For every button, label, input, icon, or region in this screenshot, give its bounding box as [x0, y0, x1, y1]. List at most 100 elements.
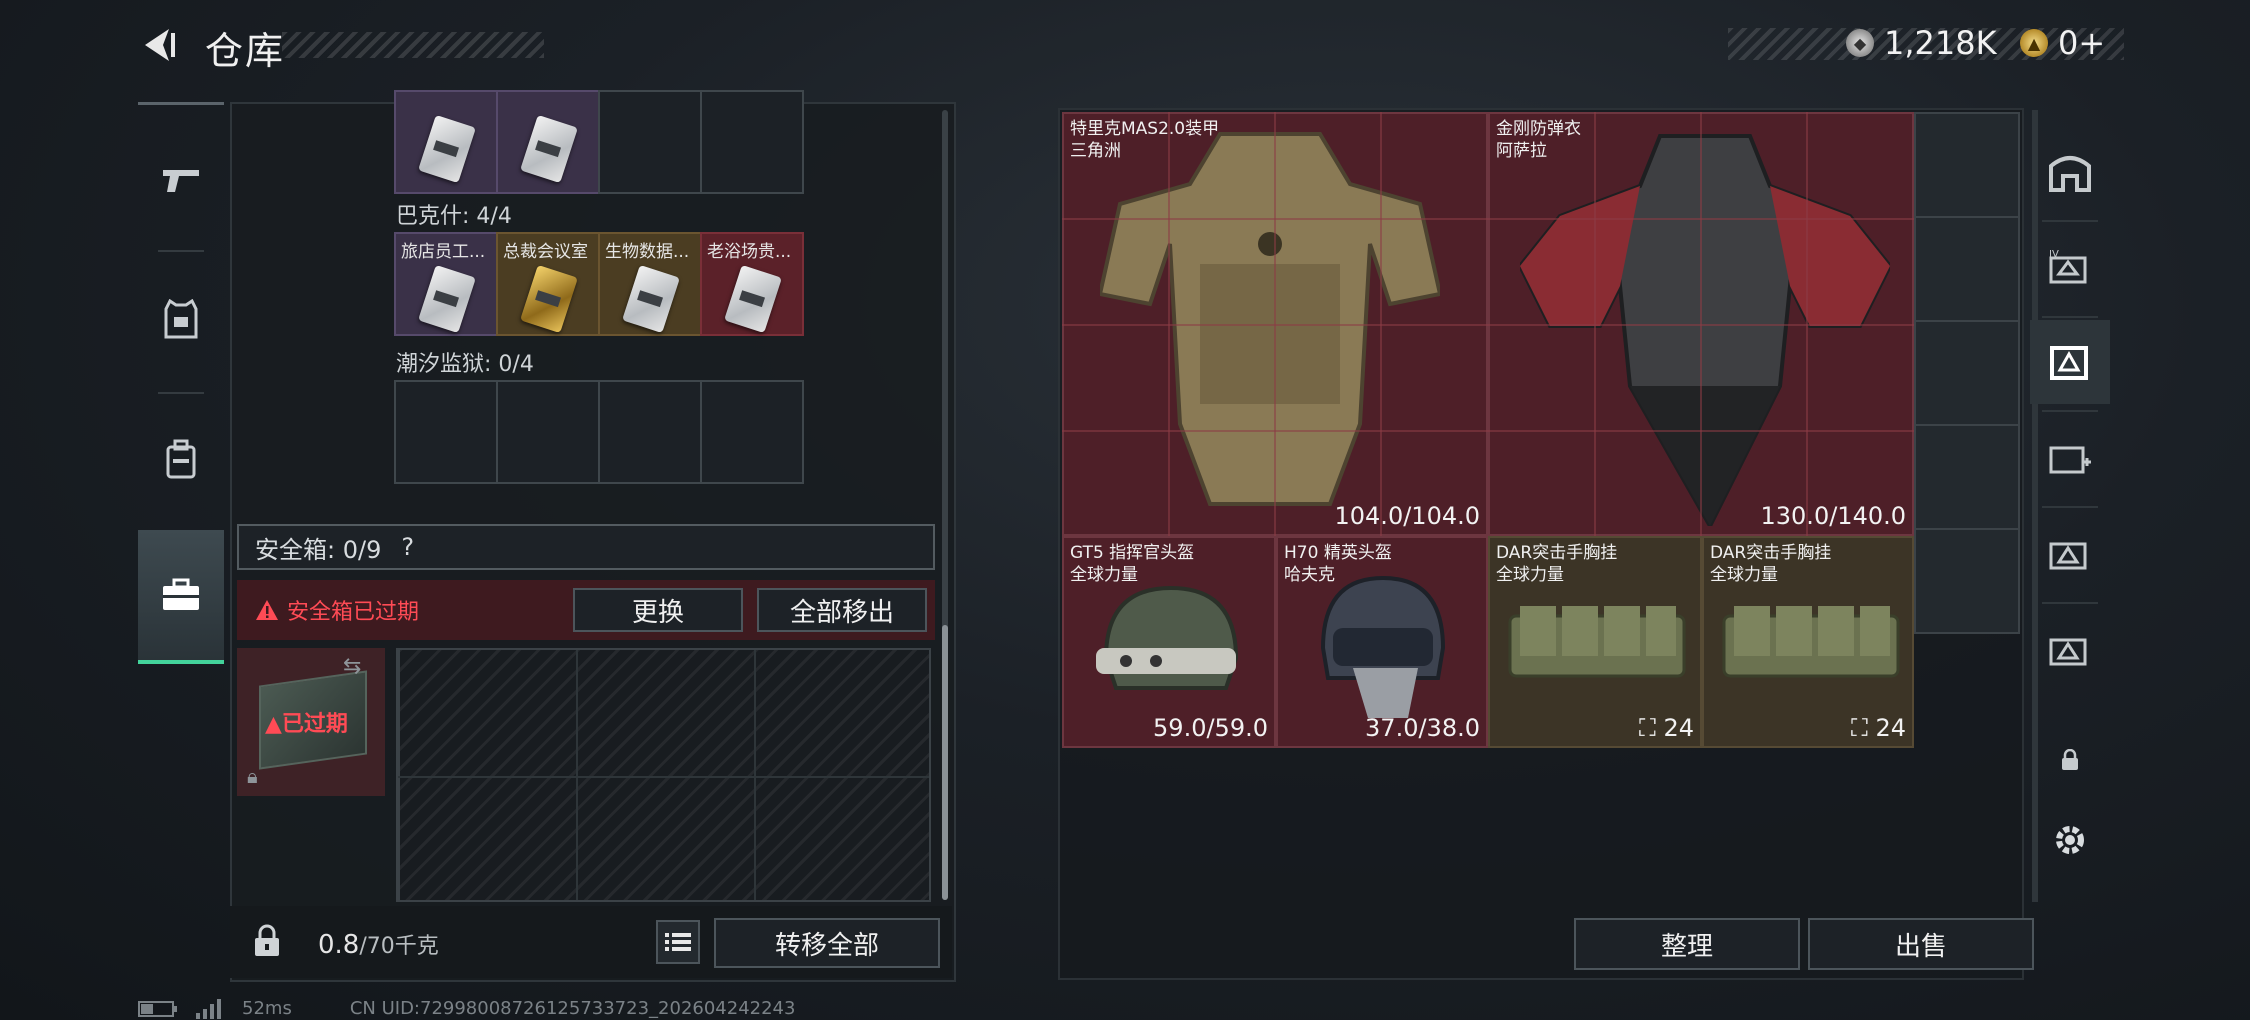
sell-button[interactable]: 出售: [1808, 918, 2034, 970]
gold-coin-icon: ▲: [2020, 29, 2048, 57]
sort-button[interactable]: 整理: [1574, 918, 1800, 970]
empty-slot[interactable]: [1914, 528, 2020, 634]
empty-slot[interactable]: [1914, 216, 2020, 322]
status-bar: 52ms CN UID:72998008726125733723_2026042…: [138, 998, 795, 1019]
stash-page-icon: [2049, 638, 2087, 666]
nav-weapon[interactable]: [138, 116, 224, 246]
group-label-tidal-prison: 潮汐监狱: 0/4: [396, 352, 534, 377]
stash-page-icon: [2050, 346, 2088, 380]
keycard-icon: [418, 264, 476, 334]
pistol-icon: [163, 170, 199, 192]
list-view-button[interactable]: [656, 920, 700, 964]
tab-stash-3[interactable]: [2030, 512, 2110, 596]
settings-button[interactable]: [2030, 798, 2110, 882]
empty-slot[interactable]: [1914, 424, 2020, 530]
move-all-out-button[interactable]: 全部移出: [757, 588, 927, 632]
nav-backpack[interactable]: [138, 394, 224, 524]
safebox-header: 安全箱: 0/9 ?: [237, 524, 935, 570]
nav-safebox[interactable]: [138, 530, 224, 664]
chest-rig-icon: [1508, 606, 1686, 678]
stash-page-icon: [2049, 542, 2087, 570]
transfer-all-button[interactable]: 转移全部: [714, 918, 940, 968]
tab-stash-2[interactable]: [2030, 608, 2110, 692]
currency-gold[interactable]: ▲ 0+: [2020, 24, 2105, 62]
keycard-slot[interactable]: [700, 90, 804, 194]
keycard-slot[interactable]: 旅店员工...: [394, 232, 498, 336]
currency-silver[interactable]: ◆ 1,218K: [1846, 24, 1997, 62]
grid-line: [1062, 218, 1914, 220]
nav-armor[interactable]: [138, 254, 224, 384]
tab-stash-medical[interactable]: [2030, 416, 2110, 500]
keycard-icon: [622, 264, 680, 334]
svg-text:IV: IV: [2049, 249, 2059, 260]
left-category-nav: [138, 102, 224, 672]
lock-button[interactable]: [238, 910, 296, 972]
lock-icon: 🔒︎: [247, 764, 258, 788]
tab-locked[interactable]: [2030, 718, 2110, 802]
back-arrow-icon: [145, 29, 175, 61]
tab-stash-current[interactable]: [2030, 320, 2110, 404]
keycard-label: 生物数据...: [605, 242, 690, 262]
helmet-icon: [1096, 585, 1239, 690]
tab-stash-home[interactable]: [2030, 130, 2110, 214]
keycard-slot[interactable]: [394, 90, 498, 194]
scrollbar-thumb[interactable]: [942, 625, 948, 900]
uid-text: CN UID:72998008726125733723_202604242243: [349, 998, 796, 1019]
keycard-label: 老浴场贵...: [707, 242, 792, 262]
body-armor-icon: [1520, 134, 1890, 526]
ping-value: 52ms: [242, 998, 292, 1019]
keycard-row-2: 旅店员工... 总裁会议室 生物数据... 老浴场贵...: [394, 232, 804, 336]
tab-separator: [2042, 316, 2098, 318]
backpack-icon: [166, 439, 196, 479]
keycard-slot[interactable]: [496, 380, 600, 484]
back-button[interactable]: [136, 22, 182, 68]
tab-stash-4[interactable]: IV: [2030, 226, 2110, 310]
battery-icon: [138, 1000, 177, 1017]
empty-slot[interactable]: [1914, 320, 2020, 426]
currency-gold-value: 0+: [2058, 24, 2106, 62]
vest-icon: [164, 299, 198, 339]
keycard-slot[interactable]: 生物数据...: [598, 232, 702, 336]
keycard-row-3: [394, 380, 804, 484]
expired-safebox-slot[interactable]: ⇆ ▲已过期 🔒︎: [237, 648, 385, 796]
safebox-grid: [396, 648, 931, 902]
tab-separator: [2042, 602, 2098, 604]
keycard-slot[interactable]: [598, 90, 702, 194]
safebox-warning-bar: 安全箱已过期 更换 全部移出: [237, 580, 935, 640]
tab-separator: [2042, 506, 2098, 508]
grid-line: [1062, 430, 1914, 432]
keycard-slot[interactable]: [700, 380, 804, 484]
item-durability: 59.0/59.0: [1153, 714, 1268, 742]
item-durability: 130.0/140.0: [1760, 502, 1907, 530]
warning-icon: [256, 600, 278, 620]
item-capacity: ⛶ 24: [1639, 714, 1694, 742]
home-arch-icon: [2049, 156, 2091, 192]
keycard-slot[interactable]: [496, 90, 600, 194]
keycard-slot[interactable]: 老浴场贵...: [700, 232, 804, 336]
item-capacity: ⛶ 24: [1851, 714, 1906, 742]
keycard-label: 总裁会议室: [503, 242, 588, 262]
stash-item-helmet-gt5[interactable]: GT5 指挥官头盔 全球力量 59.0/59.0: [1062, 536, 1276, 748]
keycard-label: 旅店员工...: [401, 242, 486, 262]
chest-rig-icon: [1722, 606, 1900, 678]
padlock-icon: [2062, 749, 2078, 770]
replace-button[interactable]: 更换: [573, 588, 743, 632]
stash-item-chest-rig[interactable]: DAR突击手胸挂 全球力量 ⛶ 24: [1488, 536, 1702, 748]
item-durability: 37.0/38.0: [1365, 714, 1480, 742]
capacity-icon: ⛶: [1639, 714, 1656, 742]
keycard-slot[interactable]: [598, 380, 702, 484]
item-name: H70 精英头盔 哈夫克: [1284, 543, 1392, 585]
item-name: DAR突击手胸挂 全球力量: [1710, 543, 1832, 585]
stash-item-helmet-h70[interactable]: H70 精英头盔 哈夫克 37.0/38.0: [1276, 536, 1488, 748]
item-name: 金刚防弹衣 阿萨拉: [1496, 119, 1581, 161]
empty-slot[interactable]: [1914, 112, 2020, 218]
stash-item-chest-rig[interactable]: DAR突击手胸挂 全球力量 ⛶ 24: [1702, 536, 1914, 748]
keycard-slot[interactable]: [394, 380, 498, 484]
capacity-icon: ⛶: [1851, 714, 1868, 742]
help-button[interactable]: ?: [401, 533, 414, 561]
expired-label: ▲已过期: [265, 712, 348, 737]
keycard-slot[interactable]: 总裁会议室: [496, 232, 600, 336]
silver-coin-icon: ◆: [1846, 29, 1874, 57]
nav-separator: [158, 250, 204, 252]
swap-icon[interactable]: ⇆: [343, 654, 361, 679]
